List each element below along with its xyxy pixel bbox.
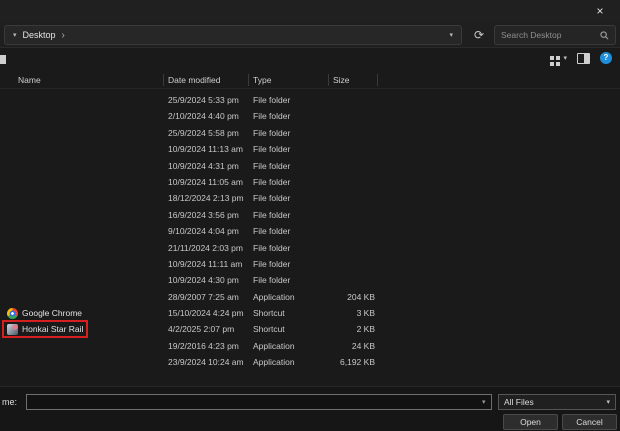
file-list: 25/9/2024 5:33 pm File folder 2/10/2024 … xyxy=(0,92,620,374)
file-type: File folder xyxy=(253,144,291,155)
file-date: 9/10/2024 4:04 pm xyxy=(168,226,239,237)
file-date: 19/2/2016 4:23 pm xyxy=(168,340,239,351)
file-row[interactable]: 10/9/2024 11:11 am File folder xyxy=(0,256,620,272)
column-header-row: Name Date modified Type Size xyxy=(0,72,620,89)
file-row[interactable]: 9/10/2024 4:04 pm File folder xyxy=(0,223,620,239)
file-row[interactable]: 28/9/2007 7:25 am Application 204 KB xyxy=(0,289,620,305)
cutoff-toolbar-icon xyxy=(0,55,6,64)
search-icon xyxy=(600,30,609,39)
breadcrumb-desktop[interactable]: Desktop xyxy=(23,30,56,40)
file-size: 6,192 KB xyxy=(340,357,375,368)
file-name: Honkai Star Rail xyxy=(22,324,84,335)
refresh-button[interactable]: ⟳ xyxy=(468,25,490,45)
file-type: File folder xyxy=(253,242,291,253)
column-divider[interactable] xyxy=(328,74,329,86)
file-row[interactable]: 2/10/2024 4:40 pm File folder xyxy=(0,108,620,124)
command-toolbar: ▾ ? xyxy=(0,49,620,70)
column-divider[interactable] xyxy=(377,74,378,86)
file-size: 2 KB xyxy=(356,324,375,335)
file-row[interactable]: 18/12/2024 2:13 pm File folder xyxy=(0,190,620,206)
titlebar: × xyxy=(0,0,620,22)
file-type: File folder xyxy=(253,111,291,122)
filename-label: me: xyxy=(2,397,18,407)
file-date: 18/12/2024 2:13 pm xyxy=(168,193,244,204)
cancel-button[interactable]: Cancel xyxy=(562,414,617,430)
file-row[interactable]: 23/9/2024 10:24 am Application 6,192 KB xyxy=(0,354,620,370)
breadcrumb-separator-icon: › xyxy=(61,29,65,41)
file-size: 24 KB xyxy=(351,340,375,351)
file-type: File folder xyxy=(253,176,291,187)
column-header-type[interactable]: Type xyxy=(253,75,271,85)
column-divider[interactable] xyxy=(248,74,249,86)
file-size: 204 KB xyxy=(347,291,375,302)
column-header-size[interactable]: Size xyxy=(333,75,350,85)
file-size: 3 KB xyxy=(356,308,375,319)
open-button[interactable]: Open xyxy=(503,414,558,430)
column-header-name[interactable]: Name xyxy=(18,75,41,85)
file-type: File folder xyxy=(253,209,291,220)
file-date: 25/9/2024 5:58 pm xyxy=(168,127,239,138)
file-type: File folder xyxy=(253,193,291,204)
filename-history-chevron-icon[interactable]: ▾ xyxy=(482,398,486,406)
view-options-button[interactable]: ▾ xyxy=(550,54,567,62)
column-header-date-modified[interactable]: Date modified xyxy=(168,75,220,85)
help-icon[interactable]: ? xyxy=(600,52,612,64)
file-type: File folder xyxy=(253,95,291,105)
file-name: Google Chrome xyxy=(22,308,83,319)
file-type: File folder xyxy=(253,160,291,171)
file-type-select[interactable]: All Files ▾ xyxy=(498,394,616,410)
address-bar[interactable]: ▾ Desktop › ▾ xyxy=(4,25,462,45)
file-date: 10/9/2024 4:30 pm xyxy=(168,275,239,286)
file-row[interactable]: 10/9/2024 11:05 am File folder xyxy=(0,174,620,190)
file-row[interactable]: 21/11/2024 2:03 pm File folder xyxy=(0,240,620,256)
file-type: File folder xyxy=(253,226,291,237)
file-date: 23/9/2024 10:24 am xyxy=(168,357,244,368)
file-type-value: All Files xyxy=(504,397,534,407)
search-box[interactable] xyxy=(494,25,616,45)
chevron-down-icon: ▾ xyxy=(606,399,610,406)
file-row[interactable]: 25/9/2024 5:58 pm File folder xyxy=(0,125,620,141)
column-divider[interactable] xyxy=(163,74,164,86)
file-row[interactable]: 10/9/2024 4:31 pm File folder xyxy=(0,158,620,174)
file-row[interactable]: Honkai Star Rail 4/2/2025 2:07 pm Shortc… xyxy=(0,320,620,339)
grid-view-icon xyxy=(550,56,555,60)
file-row[interactable]: Google Chrome 15/10/2024 4:24 pm Shortcu… xyxy=(0,305,620,321)
file-type: File folder xyxy=(253,127,291,138)
dialog-footer: me: ▾ All Files ▾ Open Cancel xyxy=(0,386,620,431)
chrome-icon xyxy=(7,307,18,319)
hsr-icon xyxy=(7,323,18,335)
search-input[interactable] xyxy=(501,30,596,40)
file-date: 16/9/2024 3:56 pm xyxy=(168,209,239,220)
file-row[interactable]: 16/9/2024 3:56 pm File folder xyxy=(0,207,620,223)
address-history-chevron-icon[interactable]: ▾ xyxy=(449,31,453,39)
file-date: 10/9/2024 11:11 am xyxy=(168,258,243,269)
file-type: File folder xyxy=(253,258,291,269)
file-name-cell[interactable]: Google Chrome xyxy=(4,306,85,320)
file-row[interactable]: 19/2/2016 4:23 pm Application 24 KB xyxy=(0,338,620,354)
file-date: 10/9/2024 4:31 pm xyxy=(168,160,239,171)
file-date: 15/10/2024 4:24 pm xyxy=(168,308,244,319)
file-type: File folder xyxy=(253,275,291,286)
filename-input[interactable] xyxy=(26,394,492,410)
file-date: 10/9/2024 11:05 am xyxy=(168,176,243,187)
close-icon[interactable]: × xyxy=(580,0,620,22)
file-date: 28/9/2007 7:25 am xyxy=(168,291,239,302)
file-row[interactable]: 10/9/2024 11:13 am File folder xyxy=(0,141,620,157)
chevron-down-icon: ▾ xyxy=(13,32,17,39)
file-date: 4/2/2025 2:07 pm xyxy=(168,324,235,335)
file-row[interactable]: 10/9/2024 4:30 pm File folder xyxy=(0,272,620,288)
file-date: 25/9/2024 5:33 pm xyxy=(168,95,239,105)
chevron-down-icon: ▾ xyxy=(563,55,567,62)
preview-pane-icon[interactable] xyxy=(577,52,590,64)
file-date: 2/10/2024 4:40 pm xyxy=(168,111,239,122)
file-date: 21/11/2024 2:03 pm xyxy=(168,242,243,253)
file-row[interactable]: 25/9/2024 5:33 pm File folder xyxy=(0,92,620,108)
file-name-cell[interactable]: Honkai Star Rail xyxy=(1,320,89,339)
file-date: 10/9/2024 11:13 am xyxy=(168,144,243,155)
